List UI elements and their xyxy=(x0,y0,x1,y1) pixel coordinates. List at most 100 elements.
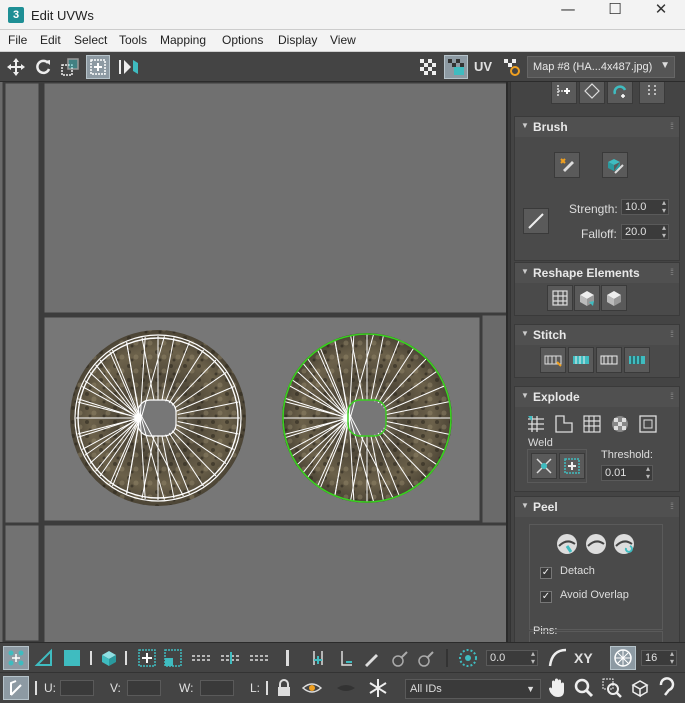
uv-island-left[interactable] xyxy=(70,330,246,506)
rotate-tool-button[interactable] xyxy=(31,55,55,79)
freeze-button[interactable] xyxy=(366,676,390,700)
reset-peel-button[interactable] xyxy=(611,531,637,557)
grid-snap-button[interactable] xyxy=(610,646,636,670)
threshold-spinner[interactable]: 0.01 ▴ ▾ xyxy=(601,465,653,481)
reshape-rollout-header[interactable]: ▼ Reshape Elements ⁞⁞ xyxy=(515,263,679,283)
paint-brush-button[interactable] xyxy=(554,152,580,178)
paint-grow-button[interactable] xyxy=(388,646,412,670)
move-tool-button[interactable] xyxy=(4,55,28,79)
vertex-mode-button[interactable] xyxy=(3,646,29,670)
freeform-tool-button[interactable] xyxy=(86,55,110,79)
zoom-region-button[interactable] xyxy=(600,676,624,700)
w-input[interactable] xyxy=(200,680,234,696)
ring-shrink-button[interactable] xyxy=(306,646,330,670)
xy-toggle[interactable]: XY xyxy=(574,650,593,666)
ring-selection-button[interactable] xyxy=(639,82,665,104)
shrink-button[interactable] xyxy=(161,646,185,670)
weld-selected-button[interactable] xyxy=(531,453,557,479)
explode-rollout-header[interactable]: ▼ Explode ⁞⁞ xyxy=(515,387,679,407)
v-input[interactable] xyxy=(127,680,161,696)
grid-value-spinner[interactable]: 16 ▴ ▾ xyxy=(641,650,677,666)
ids-filter-dropdown[interactable]: All IDs ▼ xyxy=(405,679,541,699)
menu-file[interactable]: File xyxy=(8,33,27,47)
menu-tools[interactable]: Tools xyxy=(119,33,147,47)
uv-island-right[interactable] xyxy=(282,333,452,503)
flatten-by-smoothing-button[interactable] xyxy=(607,411,633,437)
detach-checkbox[interactable]: ✓ xyxy=(540,567,552,579)
zoom-extents-button[interactable] xyxy=(628,676,652,700)
loop-grow-button[interactable] xyxy=(190,646,214,670)
pan-button[interactable] xyxy=(545,676,569,700)
uv-editor-viewport[interactable] xyxy=(0,82,508,642)
brush-rollout-header[interactable]: ▼ Brush ⁞⁞ xyxy=(515,117,679,137)
angle-spinner[interactable]: 0.0 ▴ ▾ xyxy=(486,650,538,666)
menu-edit[interactable]: Edit xyxy=(40,33,61,47)
peel-mode-button[interactable] xyxy=(583,531,609,557)
stitch-to-target-button[interactable] xyxy=(624,347,650,373)
weld-all-button[interactable] xyxy=(559,453,585,479)
lock-selection-button[interactable] xyxy=(272,676,296,700)
relax-button[interactable] xyxy=(601,285,627,311)
strength-spinner[interactable]: 10.0 ▴ ▾ xyxy=(621,199,669,215)
flatten-by-material-button[interactable] xyxy=(635,411,661,437)
brush-falloff-button[interactable] xyxy=(523,208,549,234)
close-button[interactable]: ✕ xyxy=(638,0,684,30)
element-mode-button[interactable] xyxy=(97,646,121,670)
select-element-button[interactable] xyxy=(551,82,577,104)
edge-mode-button[interactable] xyxy=(32,646,56,670)
break-by-smoothing-button[interactable] xyxy=(523,411,549,437)
stitch-average-icon xyxy=(600,355,618,365)
angle-snap-button[interactable] xyxy=(456,646,480,670)
stitch-custom-button[interactable] xyxy=(540,347,566,373)
straighten-button[interactable] xyxy=(547,285,573,311)
relax-until-flat-button[interactable] xyxy=(574,285,600,311)
menu-display[interactable]: Display xyxy=(278,33,317,47)
menu-view[interactable]: View xyxy=(330,33,356,47)
spinner-arrows-icon[interactable]: ▴ ▾ xyxy=(662,224,666,240)
spinner-arrows-icon[interactable]: ▴ ▾ xyxy=(662,199,666,215)
help-button[interactable] xyxy=(655,676,679,700)
show-map-button[interactable] xyxy=(500,55,524,79)
paint-shrink-button[interactable] xyxy=(414,646,438,670)
grow-button[interactable] xyxy=(135,646,159,670)
uv-label[interactable]: UV xyxy=(474,59,492,74)
spinner-arrows-icon[interactable]: ▴ ▾ xyxy=(531,650,535,666)
texture-toggle-button[interactable] xyxy=(444,55,468,79)
maximize-button[interactable]: ☐ xyxy=(592,0,638,30)
absolute-mode-button[interactable] xyxy=(3,676,29,700)
grow-selection-button[interactable] xyxy=(579,82,605,104)
flatten-by-angle-button[interactable] xyxy=(579,411,605,437)
show-hidden-button[interactable] xyxy=(300,676,324,700)
hide-button[interactable] xyxy=(334,676,358,700)
stitch-average-button[interactable] xyxy=(596,347,622,373)
loop-selection-button[interactable] xyxy=(607,82,633,104)
paint-select-button[interactable] xyxy=(359,646,383,670)
quick-peel-button[interactable] xyxy=(554,531,580,557)
minimize-button[interactable]: — xyxy=(545,0,591,30)
uv-canvas[interactable] xyxy=(0,82,508,642)
u-input[interactable] xyxy=(60,680,94,696)
spinner-arrows-icon[interactable]: ▴ ▾ xyxy=(646,465,650,481)
falloff-spinner[interactable]: 20.0 ▴ ▾ xyxy=(621,224,669,240)
checker-toggle-button[interactable] xyxy=(416,55,440,79)
stitch-to-source-button[interactable] xyxy=(568,347,594,373)
stitch-rollout-header[interactable]: ▼ Stitch ⁞⁞ xyxy=(515,325,679,345)
zoom-button[interactable] xyxy=(572,676,596,700)
map-selector-dropdown[interactable]: Map #8 (HA...4x487.jpg) ▼ xyxy=(527,56,675,78)
avoid-overlap-checkbox[interactable]: ✓ xyxy=(540,591,552,603)
menu-mapping[interactable]: Mapping xyxy=(160,33,206,47)
menu-options[interactable]: Options xyxy=(222,33,263,47)
point-to-point-seam-button[interactable] xyxy=(334,646,358,670)
face-mode-button[interactable] xyxy=(60,646,84,670)
scale-tool-button[interactable] xyxy=(58,55,82,79)
ring-grow-button[interactable] xyxy=(248,646,272,670)
spinner-arrows-icon[interactable]: ▴ ▾ xyxy=(670,650,674,666)
break-by-material-button[interactable] xyxy=(551,411,577,437)
relax-brush-button[interactable] xyxy=(602,152,628,178)
tool-panel: ▼ Brush ⁞⁞ Strength: 10.0 ▴ ▾ Falloff: 20… xyxy=(510,82,685,642)
mirror-tool-button[interactable] xyxy=(116,55,140,79)
peel-rollout-header[interactable]: ▼ Peel ⁞⁞ xyxy=(515,497,679,517)
loop-shrink-button[interactable] xyxy=(219,646,243,670)
menu-select[interactable]: Select xyxy=(74,33,107,47)
soft-select-falloff-button[interactable] xyxy=(546,646,570,670)
